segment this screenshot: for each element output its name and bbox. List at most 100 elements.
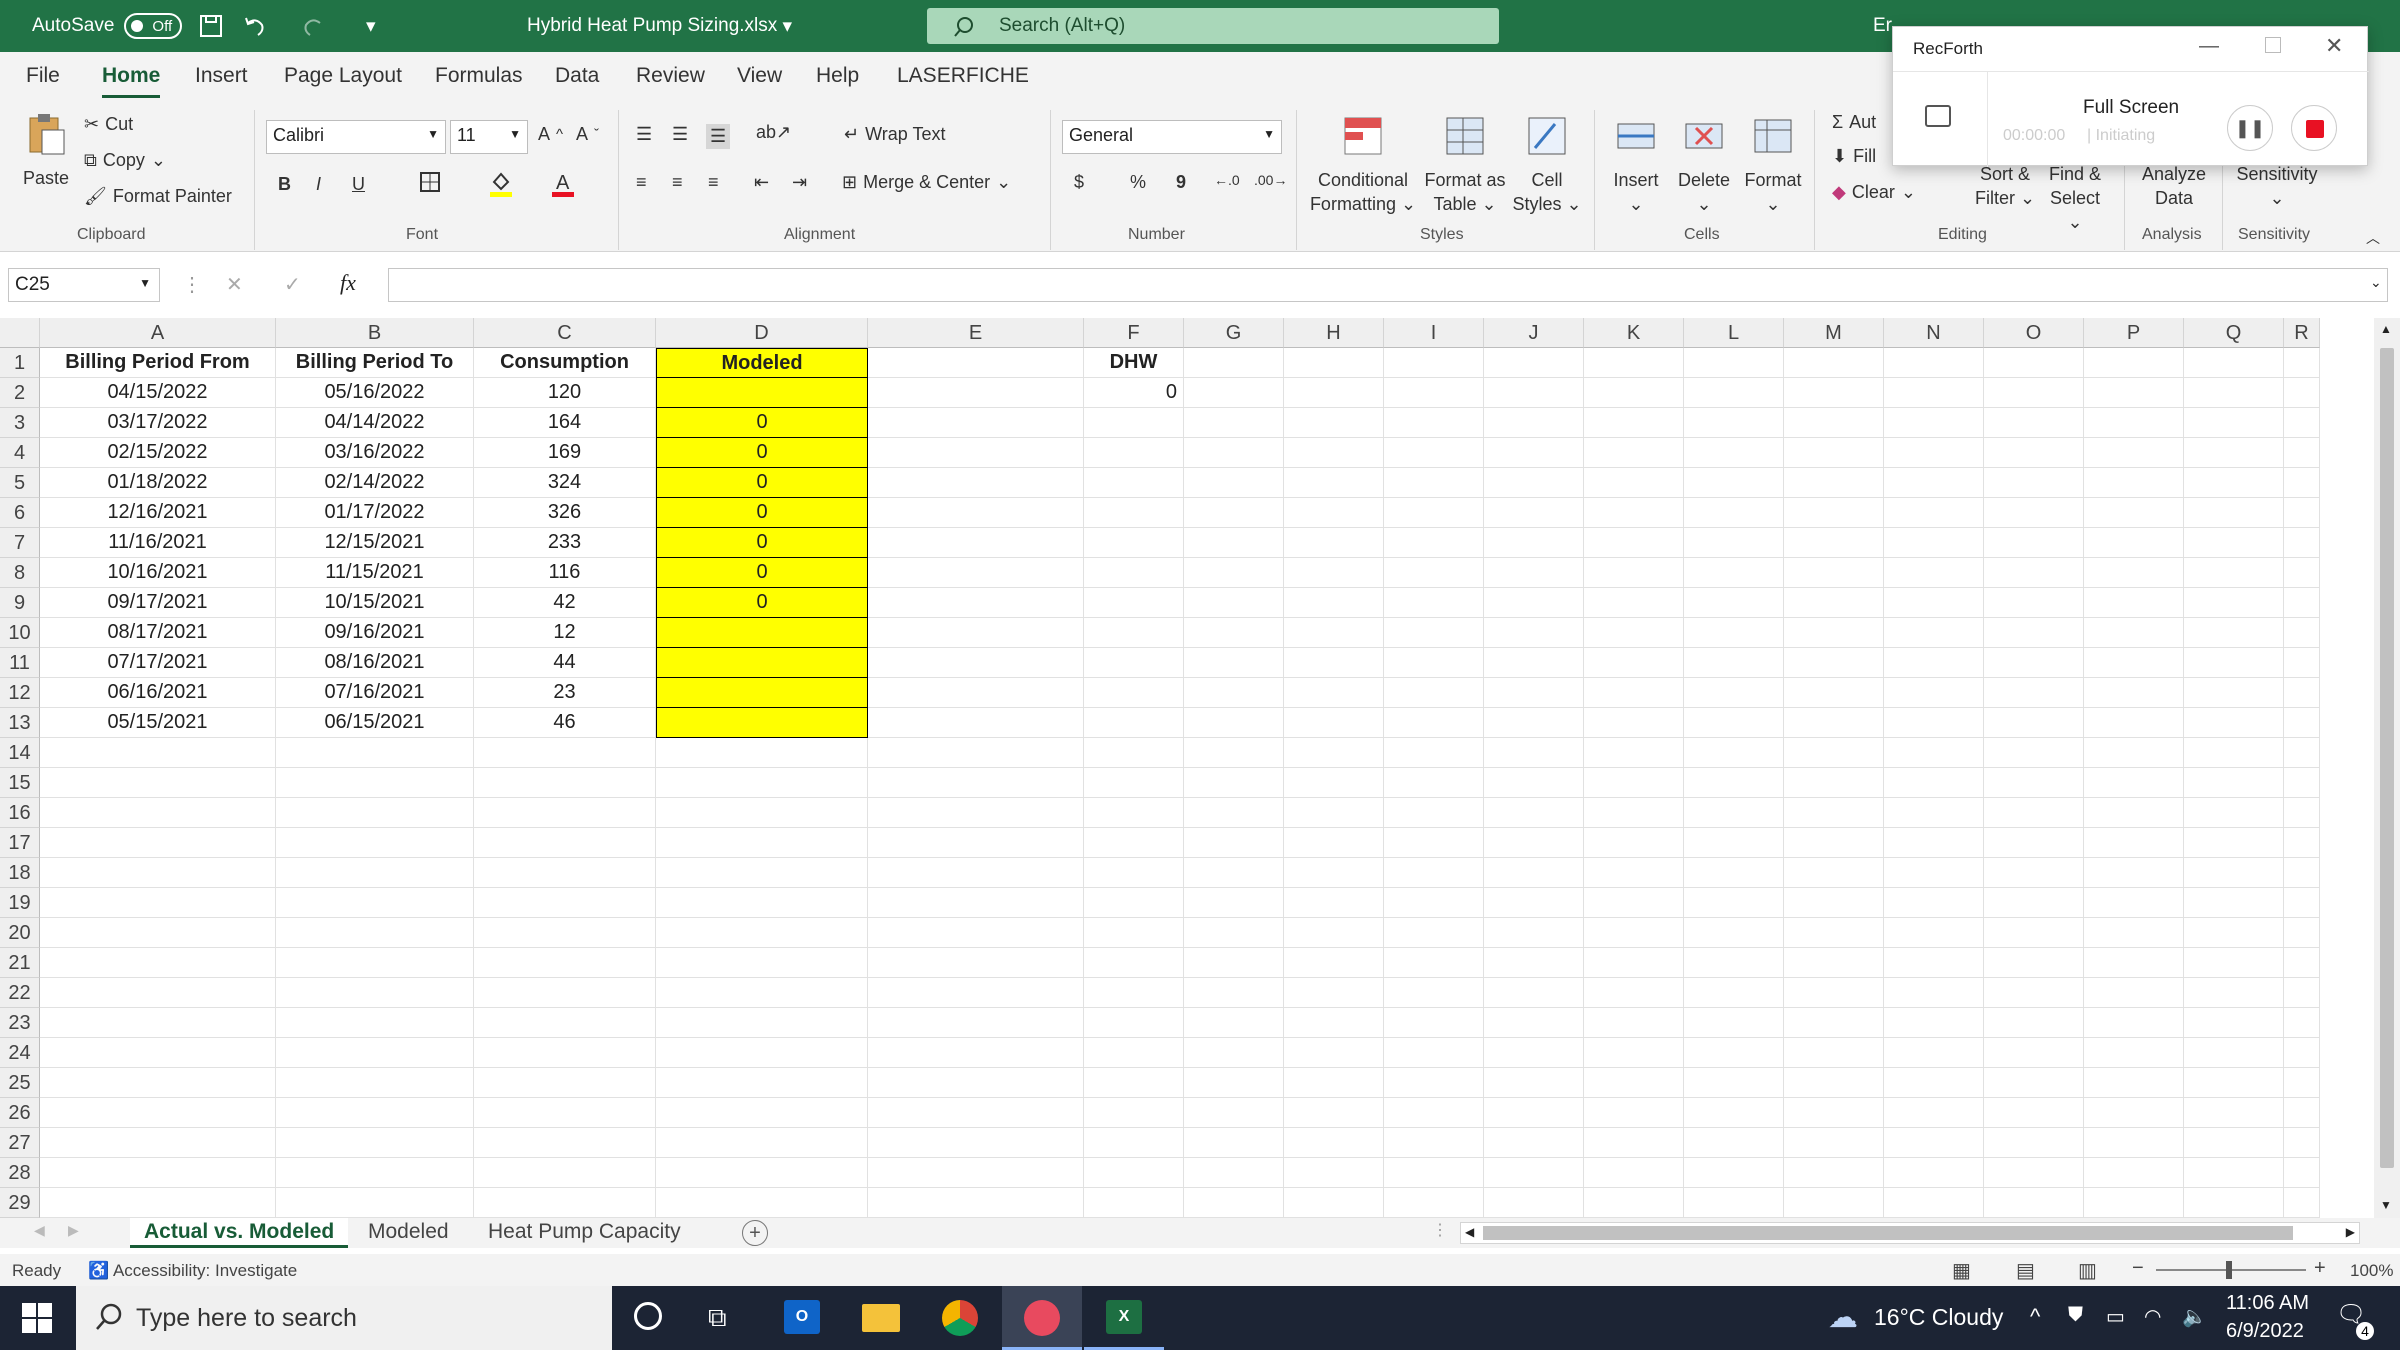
row-header[interactable]: 5: [0, 468, 40, 498]
cell[interactable]: [474, 918, 656, 948]
cell[interactable]: [1184, 618, 1284, 648]
cell[interactable]: [656, 978, 868, 1008]
find-select-button[interactable]: Find & Select ⌄: [2040, 162, 2110, 234]
cell[interactable]: [276, 1038, 474, 1068]
cell[interactable]: [1784, 378, 1884, 408]
cell[interactable]: [1284, 888, 1384, 918]
cell-billing-to[interactable]: 10/15/2021: [276, 588, 474, 618]
cell[interactable]: [1384, 678, 1484, 708]
clock-date[interactable]: 6/9/2022: [2226, 1320, 2304, 1343]
cell-consumption[interactable]: 42: [474, 588, 656, 618]
tab-file[interactable]: File: [26, 64, 60, 88]
cell[interactable]: [1984, 588, 2084, 618]
cell[interactable]: [1084, 708, 1184, 738]
cell[interactable]: [1984, 948, 2084, 978]
cell[interactable]: [1784, 408, 1884, 438]
cell[interactable]: [1984, 1098, 2084, 1128]
prev-sheet-icon[interactable]: ◀: [34, 1222, 45, 1239]
cell-billing-to[interactable]: 02/14/2022: [276, 468, 474, 498]
cell[interactable]: [276, 738, 474, 768]
cell[interactable]: [40, 918, 276, 948]
cell[interactable]: [1084, 1068, 1184, 1098]
recforth-taskbar-button[interactable]: [1002, 1286, 1082, 1350]
cell[interactable]: [40, 978, 276, 1008]
cell[interactable]: [2284, 468, 2320, 498]
cell[interactable]: [1684, 528, 1784, 558]
cell[interactable]: [1184, 1068, 1284, 1098]
cell[interactable]: [1384, 738, 1484, 768]
row-header[interactable]: 10: [0, 618, 40, 648]
cell[interactable]: [1084, 678, 1184, 708]
cell[interactable]: [2184, 1038, 2284, 1068]
cell-billing-from[interactable]: 11/16/2021: [40, 528, 276, 558]
currency-button[interactable]: $: [1074, 172, 1084, 193]
cell[interactable]: [1084, 498, 1184, 528]
fill-button[interactable]: ⬇ Fill: [1832, 146, 1876, 167]
cell[interactable]: [1284, 1068, 1384, 1098]
cell[interactable]: [1284, 858, 1384, 888]
insert-cells-button[interactable]: Insert ⌄: [1606, 114, 1666, 216]
cell[interactable]: [2084, 528, 2184, 558]
cell[interactable]: [2284, 1128, 2320, 1158]
cell[interactable]: [1184, 1128, 1284, 1158]
cell[interactable]: [1284, 618, 1384, 648]
file-explorer-icon[interactable]: [862, 1304, 900, 1332]
cell[interactable]: [1684, 1008, 1784, 1038]
row-header[interactable]: 21: [0, 948, 40, 978]
volume-icon[interactable]: 🔈: [2182, 1304, 2207, 1329]
cell-consumption[interactable]: 44: [474, 648, 656, 678]
cell[interactable]: [1984, 438, 2084, 468]
cell[interactable]: [1084, 768, 1184, 798]
cell[interactable]: [868, 498, 1084, 528]
cell[interactable]: [1884, 1068, 1984, 1098]
cell[interactable]: [868, 1188, 1084, 1218]
shrink-font-button[interactable]: Aˇ: [576, 124, 599, 145]
page-break-view-icon[interactable]: ▥: [2078, 1258, 2097, 1283]
cell[interactable]: [276, 1008, 474, 1038]
cell-billing-from[interactable]: 01/18/2022: [40, 468, 276, 498]
cell[interactable]: [1184, 918, 1284, 948]
italic-button[interactable]: I: [316, 174, 321, 195]
cell[interactable]: [1784, 858, 1884, 888]
row-header[interactable]: 19: [0, 888, 40, 918]
column-header[interactable]: B: [276, 318, 474, 348]
cell[interactable]: [1884, 378, 1984, 408]
cell[interactable]: [1684, 348, 1784, 378]
wrap-text-button[interactable]: ↵ Wrap Text: [844, 124, 945, 145]
decrease-indent-button[interactable]: ⇤: [754, 172, 769, 193]
clear-button[interactable]: ◆ Clear ⌄: [1832, 182, 1916, 203]
recforth-mode[interactable]: Full Screen: [2083, 97, 2179, 119]
cell[interactable]: [276, 1158, 474, 1188]
row-header[interactable]: 14: [0, 738, 40, 768]
cell[interactable]: [1784, 1038, 1884, 1068]
cell[interactable]: [2184, 678, 2284, 708]
cell[interactable]: [1884, 438, 1984, 468]
cell[interactable]: [2284, 798, 2320, 828]
cell[interactable]: [868, 378, 1084, 408]
minimize-icon[interactable]: —: [2199, 35, 2219, 58]
align-top-button[interactable]: ☰: [636, 124, 652, 145]
cell[interactable]: [2084, 888, 2184, 918]
sensitivity-button[interactable]: Sensitivity ⌄: [2232, 162, 2322, 210]
vertical-scrollbar[interactable]: ▲ ▼: [2374, 318, 2400, 1218]
cell[interactable]: [2184, 588, 2284, 618]
cell[interactable]: [1184, 348, 1284, 378]
cell[interactable]: [868, 528, 1084, 558]
cell[interactable]: [1684, 678, 1784, 708]
cell[interactable]: [2084, 1188, 2184, 1218]
cell[interactable]: [1084, 888, 1184, 918]
cell[interactable]: [1784, 498, 1884, 528]
cell[interactable]: [2184, 528, 2284, 558]
cell[interactable]: [868, 978, 1084, 1008]
cell[interactable]: [1984, 1188, 2084, 1218]
cell[interactable]: [1884, 978, 1984, 1008]
cell[interactable]: [1784, 468, 1884, 498]
cell-billing-to[interactable]: 09/16/2021: [276, 618, 474, 648]
underline-button[interactable]: U: [352, 174, 365, 195]
cell[interactable]: [2084, 378, 2184, 408]
cell[interactable]: [2084, 588, 2184, 618]
cell[interactable]: [1384, 798, 1484, 828]
cell[interactable]: [2284, 1158, 2320, 1188]
cell[interactable]: [40, 1098, 276, 1128]
cell[interactable]: [868, 948, 1084, 978]
